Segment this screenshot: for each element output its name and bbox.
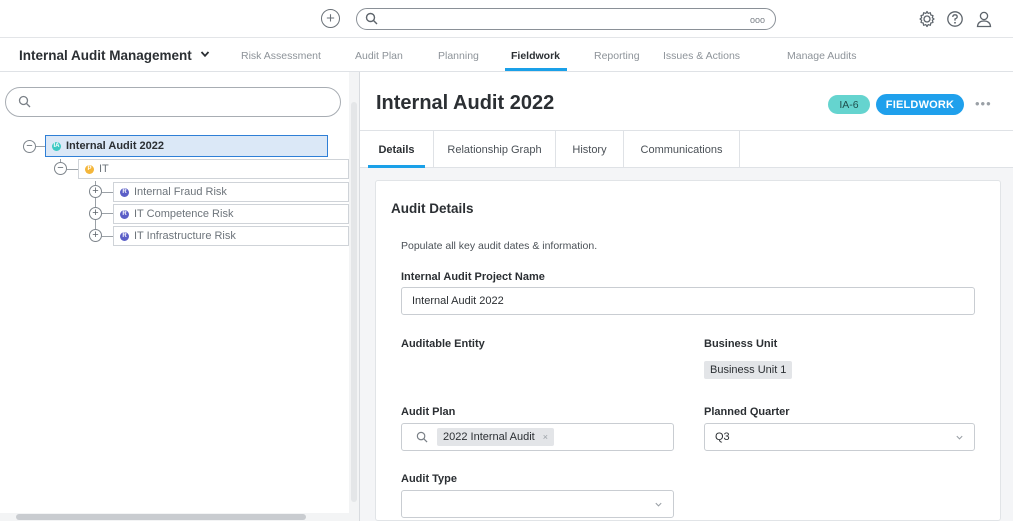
audit-type-label: Audit Type <box>401 473 458 485</box>
audit-plan-label: Audit Plan <box>401 406 456 418</box>
risk-badge-icon: R <box>120 209 129 219</box>
audit-plan-chip-label: 2022 Internal Audit <box>443 431 535 443</box>
tree-node-label: Internal Fraud Risk <box>134 186 227 198</box>
business-unit-chip[interactable]: Business Unit 1 <box>704 361 793 379</box>
nav-tab-risk-assessment[interactable]: Risk Assessment <box>241 50 321 62</box>
help-icon[interactable] <box>945 9 965 29</box>
chevron-down-icon <box>655 502 662 507</box>
expand-icon[interactable]: + <box>89 207 102 220</box>
risk-badge-icon: R <box>120 187 129 197</box>
user-icon[interactable] <box>974 9 994 29</box>
tree-node-it-competence-risk[interactable]: R IT Competence Risk <box>113 204 349 224</box>
tab-history[interactable]: History <box>556 131 624 168</box>
audit-plan-input[interactable]: 2022 Internal Audit × <box>401 423 674 451</box>
page-title: Internal Audit 2022 <box>376 92 555 114</box>
audit-badge-icon: IA <box>52 141 61 151</box>
module-nav: Internal Audit Management Risk Assessmen… <box>0 38 1013 72</box>
nav-tab-issues-actions[interactable]: Issues & Actions <box>663 50 740 62</box>
tree-connector <box>102 192 113 193</box>
tree-connector <box>102 236 113 237</box>
app-title[interactable]: Internal Audit Management <box>19 48 192 63</box>
audit-details-card: Audit Details Populate all key audit dat… <box>375 180 1001 521</box>
active-tab-indicator <box>368 165 425 168</box>
business-unit-label: Business Unit <box>704 338 778 350</box>
risk-badge-icon: R <box>120 231 129 241</box>
search-options-icon[interactable]: ooo <box>750 15 765 25</box>
tree-node-label: IT Infrastructure Risk <box>134 230 236 242</box>
tab-relationship-graph[interactable]: Relationship Graph <box>434 131 556 168</box>
nav-tab-planning[interactable]: Planning <box>438 50 479 62</box>
record-tabs: Details Relationship Graph History Commu… <box>360 130 1013 168</box>
nav-tab-fieldwork[interactable]: Fieldwork <box>511 50 560 62</box>
nav-tab-audit-plan[interactable]: Audit Plan <box>355 50 403 62</box>
audit-plan-chip[interactable]: 2022 Internal Audit × <box>437 428 555 446</box>
tree-node-label: Internal Audit 2022 <box>66 140 165 152</box>
search-icon <box>18 95 31 108</box>
tree-connector <box>67 169 78 170</box>
record-id-badge: IA-6 <box>828 95 870 114</box>
audit-type-select[interactable] <box>401 490 674 518</box>
tab-details[interactable]: Details <box>360 131 434 168</box>
global-search-input[interactable]: ooo <box>356 8 776 30</box>
scrollbar-thumb[interactable] <box>351 102 357 502</box>
tree-horizontal-scrollbar[interactable] <box>0 513 349 521</box>
add-icon[interactable]: + <box>321 9 340 28</box>
chevron-down-icon <box>956 435 963 440</box>
expand-icon[interactable]: + <box>89 185 102 198</box>
tree-node-it[interactable]: P IT <box>78 159 349 179</box>
active-nav-indicator <box>505 68 567 71</box>
gear-icon[interactable] <box>917 9 937 29</box>
tree-panel: − − + + + IA Internal Audit 2022 P IT R … <box>0 72 360 521</box>
top-bar: + ooo <box>0 0 1013 38</box>
search-icon <box>416 431 428 443</box>
section-title: Audit Details <box>391 201 474 216</box>
auditable-entity-label: Auditable Entity <box>401 338 485 350</box>
project-name-value: Internal Audit 2022 <box>412 295 504 307</box>
search-icon <box>365 12 378 25</box>
tree-node-internal-audit-2022[interactable]: IA Internal Audit 2022 <box>45 135 328 157</box>
record-panel: Internal Audit 2022 IA-6 FIELDWORK ••• D… <box>360 72 1013 521</box>
collapse-icon[interactable]: − <box>54 162 67 175</box>
helper-text: Populate all key audit dates & informati… <box>401 240 598 252</box>
expand-icon[interactable]: + <box>89 229 102 242</box>
tree-node-label: IT Competence Risk <box>134 208 234 220</box>
status-badge[interactable]: FIELDWORK <box>876 94 964 115</box>
tree-connector <box>102 213 113 214</box>
tree-node-internal-fraud-risk[interactable]: R Internal Fraud Risk <box>113 182 349 202</box>
project-name-label: Internal Audit Project Name <box>401 271 545 283</box>
tab-communications[interactable]: Communications <box>624 131 740 168</box>
project-name-input[interactable]: Internal Audit 2022 <box>401 287 975 315</box>
scrollbar-thumb[interactable] <box>16 514 306 520</box>
planned-quarter-select[interactable]: Q3 <box>704 423 975 451</box>
tree-vertical-scrollbar[interactable] <box>349 72 359 521</box>
nav-tab-reporting[interactable]: Reporting <box>594 50 640 62</box>
tree-search-input[interactable] <box>5 87 341 117</box>
chevron-down-icon[interactable] <box>200 49 210 59</box>
remove-icon[interactable]: × <box>543 432 548 442</box>
tree-node-label: IT <box>99 163 109 175</box>
nav-tab-manage-audits[interactable]: Manage Audits <box>787 50 856 62</box>
collapse-icon[interactable]: − <box>23 140 36 153</box>
tree-connector <box>36 146 45 147</box>
planned-quarter-label: Planned Quarter <box>704 406 790 418</box>
more-options-icon[interactable]: ••• <box>975 96 992 111</box>
tree-node-it-infrastructure-risk[interactable]: R IT Infrastructure Risk <box>113 226 349 246</box>
planned-quarter-value: Q3 <box>715 431 730 443</box>
project-badge-icon: P <box>85 164 94 174</box>
